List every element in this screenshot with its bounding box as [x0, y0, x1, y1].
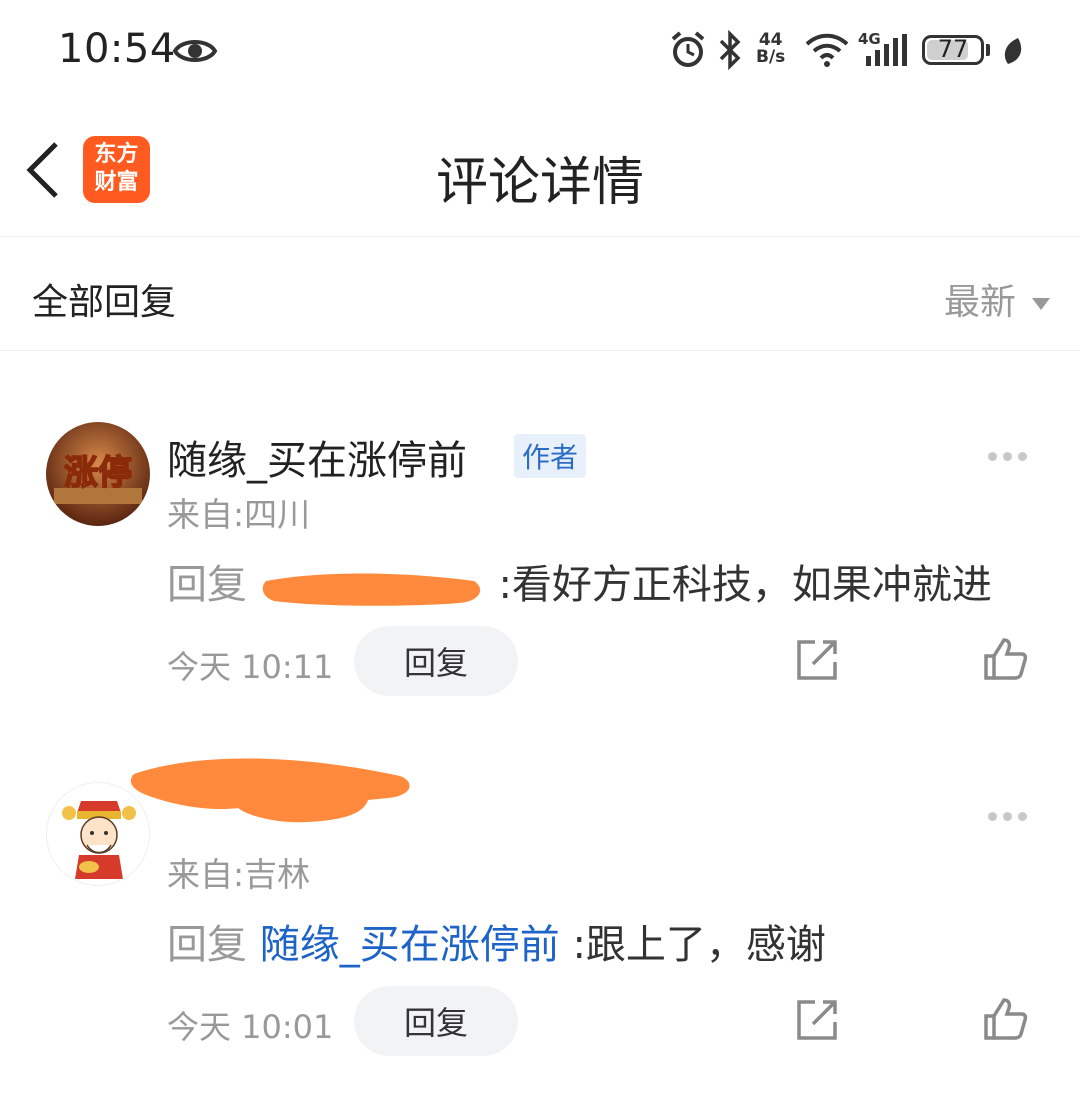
avatar-text: 涨停 — [64, 453, 132, 493]
reply-prefix: 回复 — [167, 562, 247, 608]
battery-tip — [986, 44, 990, 56]
reply-prefix: 回复 — [167, 922, 247, 968]
status-time: 10:54 — [58, 26, 176, 72]
like-icon[interactable] — [982, 996, 1028, 1042]
location-label: 来自:吉林 — [167, 855, 311, 894]
sort-dropdown[interactable]: 最新 — [944, 273, 1050, 325]
share-icon[interactable] — [795, 638, 839, 682]
comment-text: :看好方正科技，如果冲就进 — [498, 562, 992, 608]
battery-level: 77 — [937, 35, 969, 63]
net-speed: 44 B/s — [756, 30, 786, 67]
page-title: 评论详情 — [435, 153, 644, 213]
share-icon[interactable] — [795, 998, 839, 1042]
more-icon[interactable] — [988, 806, 1033, 825]
comment-text: :跟上了，感谢 — [572, 922, 826, 968]
comment-time: 今天 10:11 — [167, 648, 334, 686]
reply-target-link[interactable]: 随缘_买在涨停前 — [260, 922, 560, 968]
avatar-image: 涨停 — [46, 422, 150, 526]
eye-icon — [172, 40, 218, 62]
wifi-icon — [805, 33, 849, 67]
comment-item: 涨停 随缘_买在涨停前 作者 来自:四川 回复 :看好方正科技，如果冲就进 今天… — [0, 390, 1080, 730]
comment-time: 今天 10:01 — [167, 1008, 334, 1046]
redacted-username-scribble — [130, 758, 410, 823]
all-replies-label: 全部回复 — [32, 282, 177, 323]
like-icon[interactable] — [982, 636, 1028, 682]
location-label: 来自:四川 — [167, 495, 311, 534]
bluetooth-icon — [719, 30, 741, 70]
status-bar: 10:54 44 B/s 4G 77 — [0, 0, 1080, 100]
more-icon[interactable] — [988, 446, 1033, 465]
alarm-icon — [671, 31, 705, 67]
comment-item: 来自:吉林 回复 随缘_买在涨停前 :跟上了，感谢 今天 10:01 回复 — [0, 750, 1080, 1090]
avatar[interactable]: 涨停 — [46, 422, 150, 526]
comment-content: 回复 随缘_买在涨停前 :跟上了，感谢 — [167, 912, 826, 970]
filter-bar: 全部回复 最新 — [0, 237, 1080, 351]
author-badge: 作者 — [514, 434, 587, 478]
dropdown-triangle-icon — [1032, 298, 1050, 310]
signal-icon — [866, 34, 907, 66]
username[interactable]: 随缘_买在涨停前 — [167, 428, 467, 486]
comment-content: 回复 :看好方正科技，如果冲就进 — [167, 552, 992, 610]
battery-icon: 77 — [922, 35, 984, 65]
reply-button[interactable]: 回复 — [354, 986, 518, 1056]
reply-button[interactable]: 回复 — [354, 626, 518, 696]
title-bar: 东方 财富 评论详情 — [0, 100, 1080, 237]
leaf-icon — [1004, 38, 1022, 64]
redacted-username-scribble — [262, 573, 480, 606]
